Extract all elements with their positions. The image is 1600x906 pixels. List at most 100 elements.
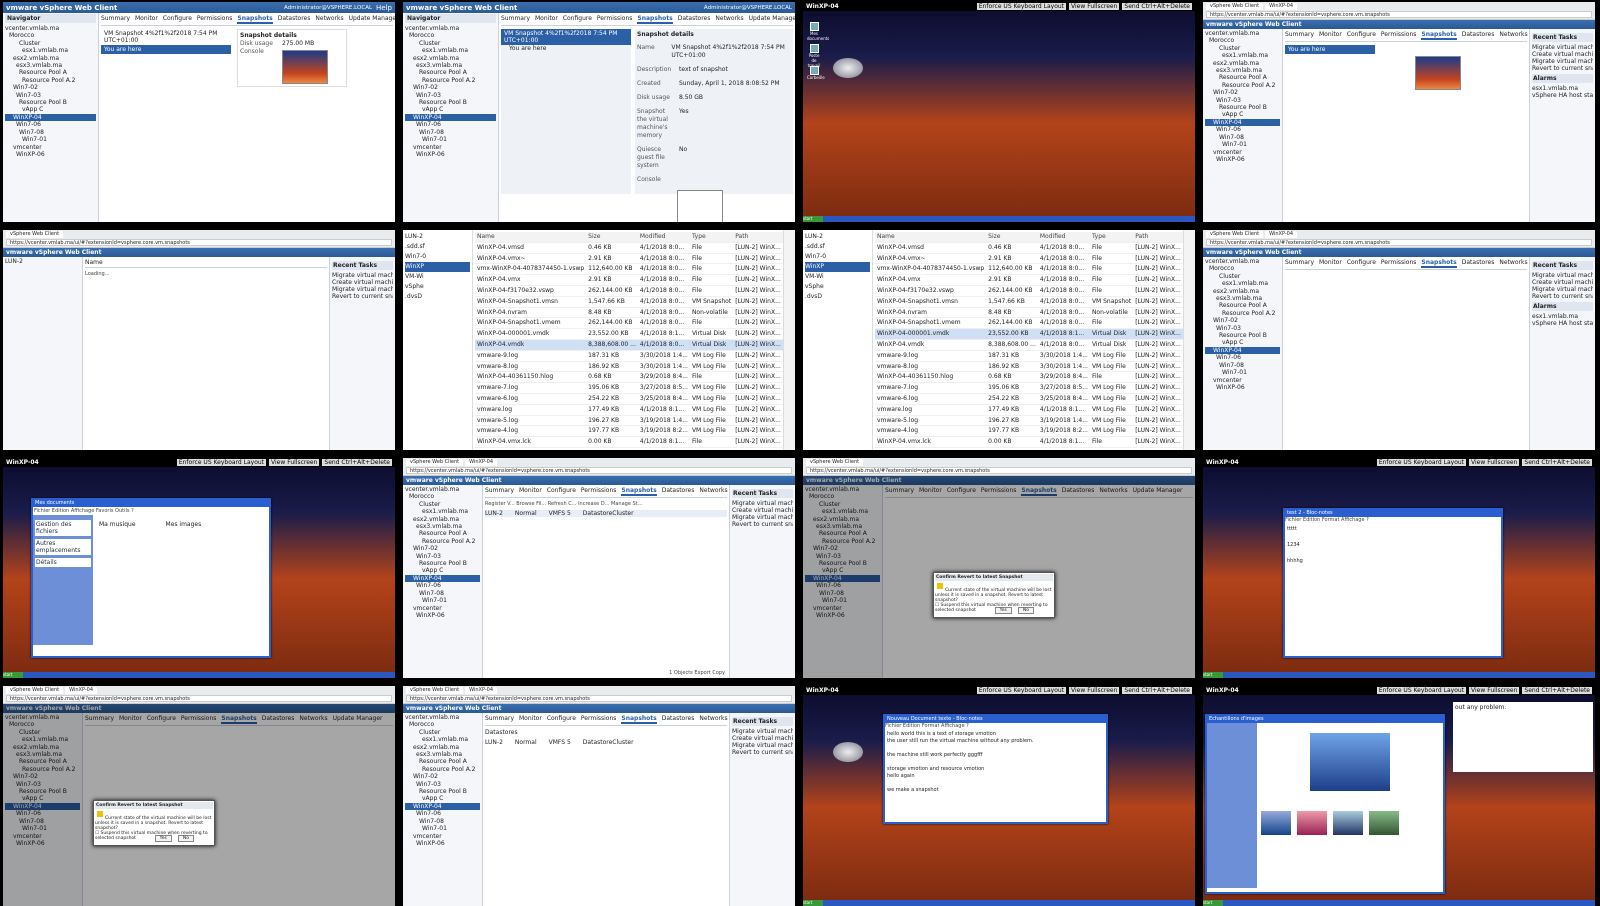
- datastore-tree[interactable]: LUN-2: [5, 258, 80, 265]
- tree-item[interactable]: WinXP-04: [405, 113, 496, 122]
- datastore-folder[interactable]: LUN-2: [405, 232, 470, 242]
- vm-tabs[interactable]: Summary Monitor Configure Permissions Snapsh…: [1285, 31, 1528, 42]
- file-row[interactable]: WinXP-04.vmdk 8,388,608.00 ... 4/1/2018 8:…: [475, 339, 783, 351]
- my-computer-icon[interactable]: Poste de travail: [807, 44, 821, 68]
- tree-item[interactable]: Win7-02: [5, 84, 96, 91]
- task-item[interactable]: Migrate virtual machine: [1532, 44, 1593, 51]
- inventory-tree[interactable]: vcenter.vmlab.ma Morocco Cluster esx1.vmlab…: [405, 25, 496, 158]
- console-thumbnail[interactable]: [677, 190, 723, 222]
- tree-item[interactable]: WinXP-04: [1205, 346, 1280, 355]
- inventory-tree[interactable]: vcenter.vmlab.ma Morocco Cluster esx1.vmlab…: [1205, 258, 1280, 391]
- tree-item[interactable]: WinXP-04: [1205, 118, 1280, 127]
- tab-networks[interactable]: Networks: [699, 487, 727, 496]
- vm-tabs[interactable]: Summary Monitor Configure Permissions Snapsh…: [501, 15, 795, 26]
- browser-tab[interactable]: vSphere Web Client: [6, 687, 64, 694]
- files-table[interactable]: Name Size Modified Type Path WinXP-04.vmsd 0.4…: [875, 232, 1183, 448]
- tree-item[interactable]: Cluster: [405, 40, 496, 47]
- datastore-folder[interactable]: Win7-0: [805, 252, 870, 262]
- inventory-tree[interactable]: vcenter.vmlab.ma Morocco Cluster esx1.vmlab…: [5, 25, 96, 158]
- tree-item[interactable]: Resource Pool A.2: [405, 77, 496, 84]
- tab-update-manager[interactable]: Update Manager: [349, 15, 395, 24]
- tree-item[interactable]: Resource Pool A.2: [1205, 310, 1280, 317]
- tab-summary[interactable]: Summary: [485, 715, 514, 724]
- tree-item[interactable]: Cluster: [5, 40, 96, 47]
- browser-tab[interactable]: WinXP-04: [65, 687, 98, 694]
- my-documents-icon[interactable]: Mes documents: [807, 22, 829, 41]
- vm-tabs[interactable]: Summary Monitor Configure Permissions Snapsh…: [101, 15, 395, 26]
- tab-configure[interactable]: Configure: [547, 487, 576, 496]
- file-row[interactable]: WinXP-04-000001.vmdk 23,552.00 KB 4/1/2018…: [875, 328, 1183, 340]
- tab-snapshots[interactable]: Snapshots: [1421, 259, 1457, 268]
- tree-item[interactable]: Resource Pool A: [405, 758, 480, 765]
- tab-monitor[interactable]: Monitor: [1319, 31, 1342, 40]
- tree-item[interactable]: Resource Pool B: [405, 560, 480, 567]
- file-row[interactable]: WinXP-04-Snapshot1.vmem 262,144.00 KB 4/1/…: [475, 317, 783, 330]
- file-row[interactable]: WinXP-04.vmsd 0.46 KB 4/1/2018 8:0... File[…: [475, 242, 783, 254]
- tab-snapshots[interactable]: Snapshots: [1421, 31, 1457, 40]
- address-bar[interactable]: https://vcenter.vmlab.ma/ui/#?extensionI…: [6, 695, 392, 702]
- tree-item[interactable]: Morocco: [1205, 265, 1280, 272]
- tab-permissions[interactable]: Permissions: [197, 15, 233, 24]
- tree-item[interactable]: esx3.vmlab.ma: [1205, 67, 1280, 74]
- snapshot-name[interactable]: VM Snapshot 4%2f1%2f2018 7:54 PM UTC+01:…: [501, 29, 631, 45]
- datastore-folder[interactable]: vSphe: [805, 282, 870, 292]
- tab-configure[interactable]: Configure: [1347, 31, 1376, 40]
- tree-item[interactable]: vApp C: [1205, 339, 1280, 346]
- browser-tab[interactable]: WinXP-04: [1265, 3, 1298, 10]
- tree-item[interactable]: esx2.vmlab.ma: [1205, 288, 1280, 295]
- file-row[interactable]: WinXP-04.nvram 8.48 KB 4/1/2018 8:0... Non-…: [875, 307, 1183, 319]
- file-row[interactable]: vmware-4.log 197.77 KB 3/19/2018 8:2... VM …: [475, 425, 783, 438]
- tree-item[interactable]: Resource Pool A.2: [1205, 82, 1280, 89]
- tree-item[interactable]: Morocco: [405, 32, 496, 39]
- tree-item[interactable]: WinXP-06: [405, 840, 480, 847]
- you-are-here[interactable]: You are here: [501, 45, 631, 52]
- file-row[interactable]: vmware-8.log 186.92 KB 3/30/2018 1:4... VM …: [875, 361, 1183, 373]
- datastore-folder[interactable]: VM-Wi: [405, 272, 470, 282]
- tree-item[interactable]: Win7-03: [405, 781, 480, 788]
- tree-item[interactable]: WinXP-06: [1205, 156, 1280, 163]
- recycle-bin-icon[interactable]: Corbeille: [807, 66, 825, 80]
- tab-monitor[interactable]: Monitor: [519, 715, 542, 724]
- tree-item[interactable]: Win7-06: [1205, 354, 1280, 361]
- yes-button[interactable]: Yes: [994, 607, 1012, 614]
- task-item[interactable]: Migrate virtual machine: [1532, 272, 1593, 279]
- file-row[interactable]: vmware-4.log 197.77 KB 3/19/2018 8:2... VM …: [875, 425, 1183, 438]
- task-item[interactable]: Migrate virtual machine: [732, 514, 793, 521]
- tree-item[interactable]: Resource Pool B: [405, 788, 480, 795]
- tab-permissions[interactable]: Permissions: [597, 15, 633, 24]
- yes-button[interactable]: Yes: [154, 835, 172, 842]
- address-bar[interactable]: https://vcenter.vmlab.ma/ui/#?extensionI…: [6, 239, 392, 246]
- tree-item[interactable]: Morocco: [405, 493, 480, 500]
- datastore-folder[interactable]: VM-Wi: [805, 272, 870, 282]
- tab-permissions[interactable]: Permissions: [581, 715, 617, 724]
- tree-item[interactable]: vApp C: [5, 106, 96, 113]
- tab-permissions[interactable]: Permissions: [581, 487, 617, 496]
- tree-item[interactable]: esx1.vmlab.ma: [5, 47, 96, 54]
- task-item[interactable]: Migrate virtual machine: [332, 272, 393, 279]
- tree-item[interactable]: Resource Pool A: [1205, 302, 1280, 309]
- start-button[interactable]: start: [1203, 672, 1223, 678]
- column-header-modified[interactable]: Modified: [637, 232, 690, 243]
- datastore-folder[interactable]: WinXP: [805, 262, 870, 272]
- tree-item[interactable]: vmcenter: [1205, 149, 1280, 156]
- tree-item[interactable]: Win7-06: [405, 121, 496, 128]
- start-button[interactable]: start: [1203, 900, 1223, 906]
- tree-item[interactable]: Resource Pool A: [405, 530, 480, 537]
- tree-item[interactable]: Win7-02: [1205, 317, 1280, 324]
- tree-item[interactable]: vmcenter: [1205, 377, 1280, 384]
- tree-item[interactable]: Win7-03: [405, 92, 496, 99]
- tree-item[interactable]: Win7-02: [405, 545, 480, 552]
- vm-tabs[interactable]: Summary Monitor Configure Permissions Snapsh…: [485, 487, 728, 498]
- files-tab[interactable]: Name: [85, 259, 103, 266]
- tab-datastores[interactable]: Datastores: [678, 15, 711, 24]
- explorer-menu[interactable]: Fichier Edition Affichage Favoris Outils…: [33, 507, 269, 515]
- datastore-toolbar[interactable]: Register V... Browse Fil... Refresh C...…: [485, 501, 727, 507]
- datastore-folder-list[interactable]: LUN-2 .sdd.sf Win7-0 WinXP VM-Wi vSphe .dvsD: [403, 230, 473, 450]
- tree-item[interactable]: Resource Pool A: [5, 69, 96, 76]
- keyboard-layout-button[interactable]: Enforce US Keyboard Layout: [1376, 687, 1467, 694]
- ctrl-alt-del-button[interactable]: Send Ctrl+Alt+Delete: [322, 459, 392, 466]
- console-thumbnail[interactable]: [1415, 56, 1461, 90]
- tab-configure[interactable]: Configure: [563, 15, 592, 24]
- tree-item[interactable]: esx3.vmlab.ma: [405, 62, 496, 69]
- file-row[interactable]: vmx-WinXP-04-4078374450-1.vswp 112,640.00…: [875, 263, 1183, 276]
